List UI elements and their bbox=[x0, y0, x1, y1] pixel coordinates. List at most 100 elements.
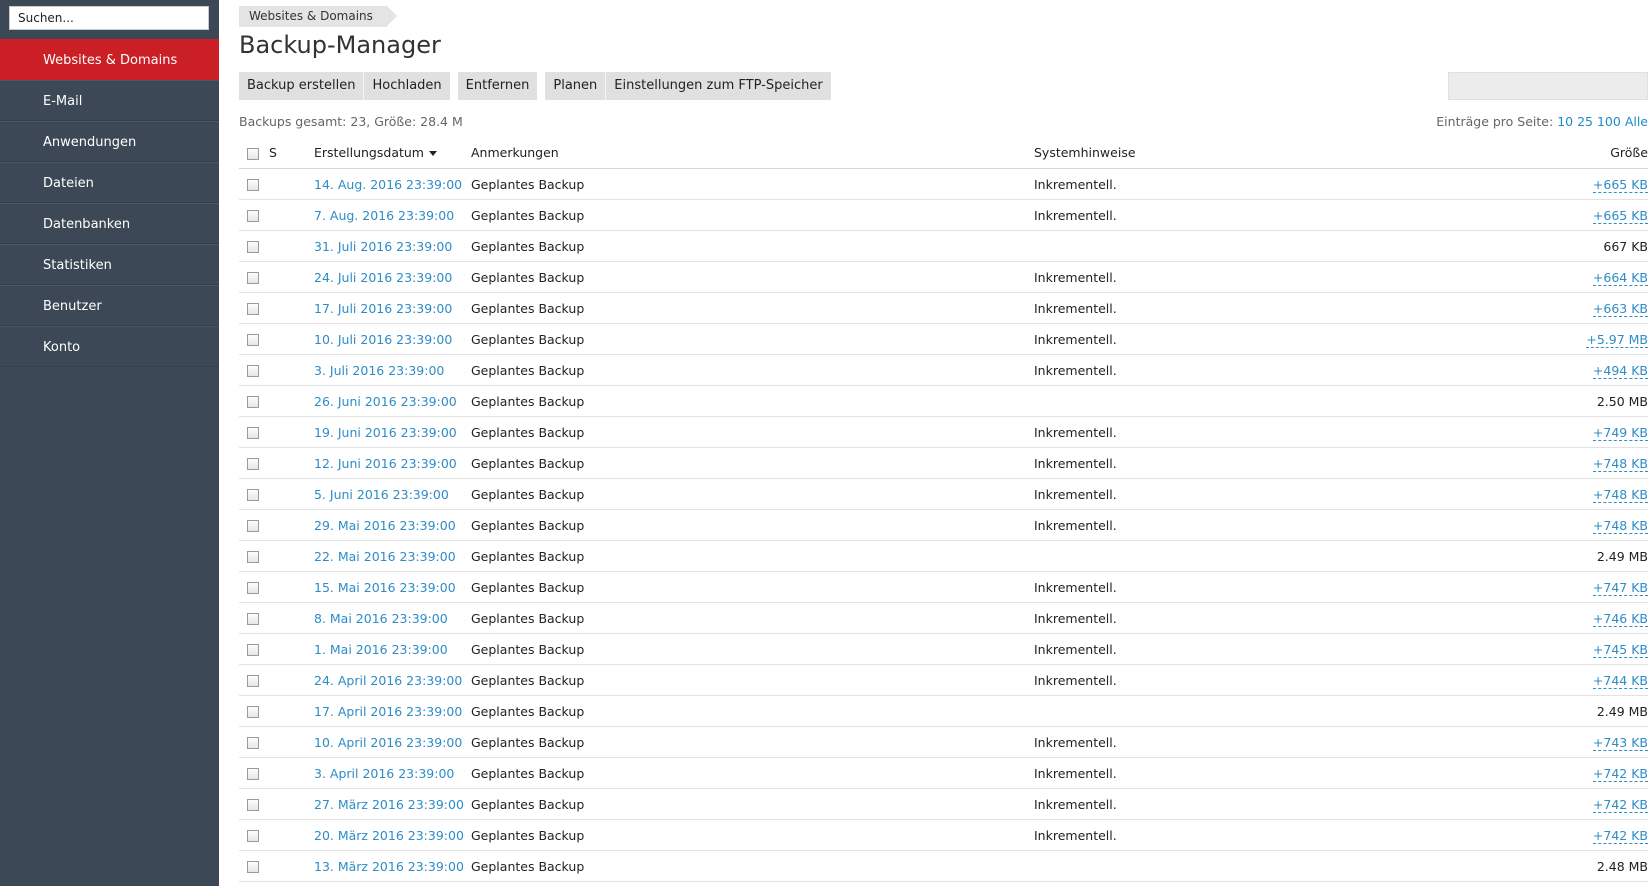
row-size-link[interactable]: +745 KB bbox=[1592, 641, 1648, 658]
row-date-link[interactable]: 10. April 2016 23:39:00 bbox=[314, 735, 462, 750]
row-date-link[interactable]: 13. März 2016 23:39:00 bbox=[314, 859, 464, 874]
upload-button[interactable]: Hochladen bbox=[364, 72, 450, 100]
row-date-link[interactable]: 20. März 2016 23:39:00 bbox=[314, 828, 464, 843]
row-size-link[interactable]: +742 KB bbox=[1592, 796, 1648, 813]
row-checkbox[interactable] bbox=[247, 427, 259, 439]
search-input[interactable] bbox=[9, 6, 209, 30]
row-size-link[interactable]: +742 KB bbox=[1592, 827, 1648, 844]
list-search-input[interactable] bbox=[1448, 72, 1648, 100]
row-checkbox[interactable] bbox=[247, 489, 259, 501]
per-page-100-link[interactable]: 100 bbox=[1597, 114, 1621, 129]
row-size-link[interactable]: +663 KB bbox=[1592, 300, 1648, 317]
row-checkbox[interactable] bbox=[247, 768, 259, 780]
sidebar-item-applications[interactable]: Anwendungen bbox=[0, 121, 219, 162]
column-header-notes[interactable]: Anmerkungen bbox=[471, 145, 1034, 160]
row-checkbox[interactable] bbox=[247, 179, 259, 191]
row-size-link[interactable]: +742 KB bbox=[1592, 765, 1648, 782]
sidebar-item-files[interactable]: Dateien bbox=[0, 162, 219, 203]
row-size-link[interactable]: +747 KB bbox=[1592, 579, 1648, 596]
table-row: 17. Juli 2016 23:39:00 Geplantes Backup In… bbox=[239, 293, 1648, 324]
row-check-cell bbox=[239, 208, 269, 223]
column-header-s[interactable]: S bbox=[269, 145, 314, 160]
row-checkbox[interactable] bbox=[247, 861, 259, 873]
row-date-link[interactable]: 19. Juni 2016 23:39:00 bbox=[314, 425, 457, 440]
schedule-button[interactable]: Planen bbox=[545, 72, 607, 100]
row-size-link[interactable]: +665 KB bbox=[1592, 207, 1648, 224]
remove-button[interactable]: Entfernen bbox=[457, 72, 538, 100]
row-checkbox[interactable] bbox=[247, 582, 259, 594]
row-size-link[interactable]: +665 KB bbox=[1592, 176, 1648, 193]
row-size-link[interactable]: +749 KB bbox=[1592, 424, 1648, 441]
row-checkbox[interactable] bbox=[247, 210, 259, 222]
column-header-date[interactable]: Erstellungsdatum bbox=[314, 145, 471, 160]
column-header-system[interactable]: Systemhinweise bbox=[1034, 145, 1548, 160]
row-date-link[interactable]: 14. Aug. 2016 23:39:00 bbox=[314, 177, 462, 192]
row-size-link[interactable]: +748 KB bbox=[1592, 455, 1648, 472]
row-size-link[interactable]: +748 KB bbox=[1592, 517, 1648, 534]
row-date-link[interactable]: 7. Aug. 2016 23:39:00 bbox=[314, 208, 454, 223]
row-size-link[interactable]: +664 KB bbox=[1592, 269, 1648, 286]
row-date-link[interactable]: 24. Juli 2016 23:39:00 bbox=[314, 270, 452, 285]
sidebar-item-email[interactable]: E-Mail bbox=[0, 80, 219, 121]
sidebar-item-websites-domains[interactable]: Websites & Domains bbox=[0, 39, 219, 80]
row-size-link[interactable]: +5.97 MB bbox=[1586, 331, 1648, 348]
sidebar-item-statistics[interactable]: Statistiken bbox=[0, 244, 219, 285]
row-checkbox[interactable] bbox=[247, 830, 259, 842]
row-date-link[interactable]: 24. April 2016 23:39:00 bbox=[314, 673, 462, 688]
row-date-link[interactable]: 27. März 2016 23:39:00 bbox=[314, 797, 464, 812]
row-size-cell: +746 KB bbox=[1548, 610, 1648, 627]
row-date-link[interactable]: 3. April 2016 23:39:00 bbox=[314, 766, 454, 781]
row-checkbox[interactable] bbox=[247, 644, 259, 656]
row-checkbox[interactable] bbox=[247, 334, 259, 346]
row-checkbox[interactable] bbox=[247, 272, 259, 284]
row-date-link[interactable]: 8. Mai 2016 23:39:00 bbox=[314, 611, 448, 626]
sidebar: Websites & Domains E-Mail Anwendungen Da… bbox=[0, 0, 219, 886]
row-checkbox[interactable] bbox=[247, 675, 259, 687]
table-row: 10. April 2016 23:39:00 Geplantes Backup I… bbox=[239, 727, 1648, 758]
row-date-link[interactable]: 17. Juli 2016 23:39:00 bbox=[314, 301, 452, 316]
row-date-link[interactable]: 3. Juli 2016 23:39:00 bbox=[314, 363, 444, 378]
row-note: Geplantes Backup bbox=[471, 610, 585, 626]
sidebar-item-users[interactable]: Benutzer bbox=[0, 285, 219, 326]
row-checkbox[interactable] bbox=[247, 799, 259, 811]
row-size-link[interactable]: +748 KB bbox=[1592, 486, 1648, 503]
row-date-link[interactable]: 26. Juni 2016 23:39:00 bbox=[314, 394, 457, 409]
row-checkbox[interactable] bbox=[247, 706, 259, 718]
row-size-link[interactable]: +744 KB bbox=[1592, 672, 1648, 689]
column-header-size[interactable]: Größe bbox=[1548, 145, 1648, 160]
row-checkbox[interactable] bbox=[247, 737, 259, 749]
row-date-link[interactable]: 12. Juni 2016 23:39:00 bbox=[314, 456, 457, 471]
row-date-link[interactable]: 31. Juli 2016 23:39:00 bbox=[314, 239, 452, 254]
row-checkbox[interactable] bbox=[247, 458, 259, 470]
row-checkbox[interactable] bbox=[247, 613, 259, 625]
row-size-link[interactable]: +743 KB bbox=[1592, 734, 1648, 751]
sidebar-item-databases[interactable]: Datenbanken bbox=[0, 203, 219, 244]
row-date-link[interactable]: 29. Mai 2016 23:39:00 bbox=[314, 518, 456, 533]
row-checkbox[interactable] bbox=[247, 551, 259, 563]
row-date-link[interactable]: 10. Juli 2016 23:39:00 bbox=[314, 332, 452, 347]
breadcrumb[interactable]: Websites & Domains bbox=[239, 6, 397, 27]
row-size-link[interactable]: +746 KB bbox=[1592, 610, 1648, 627]
row-date-link[interactable]: 5. Juni 2016 23:39:00 bbox=[314, 487, 449, 502]
backup-create-button[interactable]: Backup erstellen bbox=[239, 72, 365, 100]
row-check-cell bbox=[239, 704, 269, 719]
row-checkbox[interactable] bbox=[247, 303, 259, 315]
row-checkbox[interactable] bbox=[247, 365, 259, 377]
toolbar: Backup erstellen Hochladen Entfernen Pla… bbox=[239, 72, 839, 100]
select-all-checkbox[interactable] bbox=[247, 147, 259, 160]
row-date-link[interactable]: 15. Mai 2016 23:39:00 bbox=[314, 580, 456, 595]
row-system: Inkrementell. bbox=[1034, 269, 1117, 285]
ftp-settings-button[interactable]: Einstellungen zum FTP-Speicher bbox=[606, 72, 831, 100]
per-page-all-link[interactable]: Alle bbox=[1625, 114, 1648, 129]
per-page-25-link[interactable]: 25 bbox=[1577, 114, 1593, 129]
row-date-cell: 24. April 2016 23:39:00 bbox=[314, 673, 471, 688]
per-page-10-link[interactable]: 10 bbox=[1557, 114, 1573, 129]
row-checkbox[interactable] bbox=[247, 520, 259, 532]
sidebar-item-account[interactable]: Konto bbox=[0, 326, 219, 367]
row-checkbox[interactable] bbox=[247, 241, 259, 253]
row-size-link[interactable]: +494 KB bbox=[1592, 362, 1648, 379]
row-date-link[interactable]: 1. Mai 2016 23:39:00 bbox=[314, 642, 448, 657]
row-date-link[interactable]: 17. April 2016 23:39:00 bbox=[314, 704, 462, 719]
row-checkbox[interactable] bbox=[247, 396, 259, 408]
row-date-link[interactable]: 22. Mai 2016 23:39:00 bbox=[314, 549, 456, 564]
